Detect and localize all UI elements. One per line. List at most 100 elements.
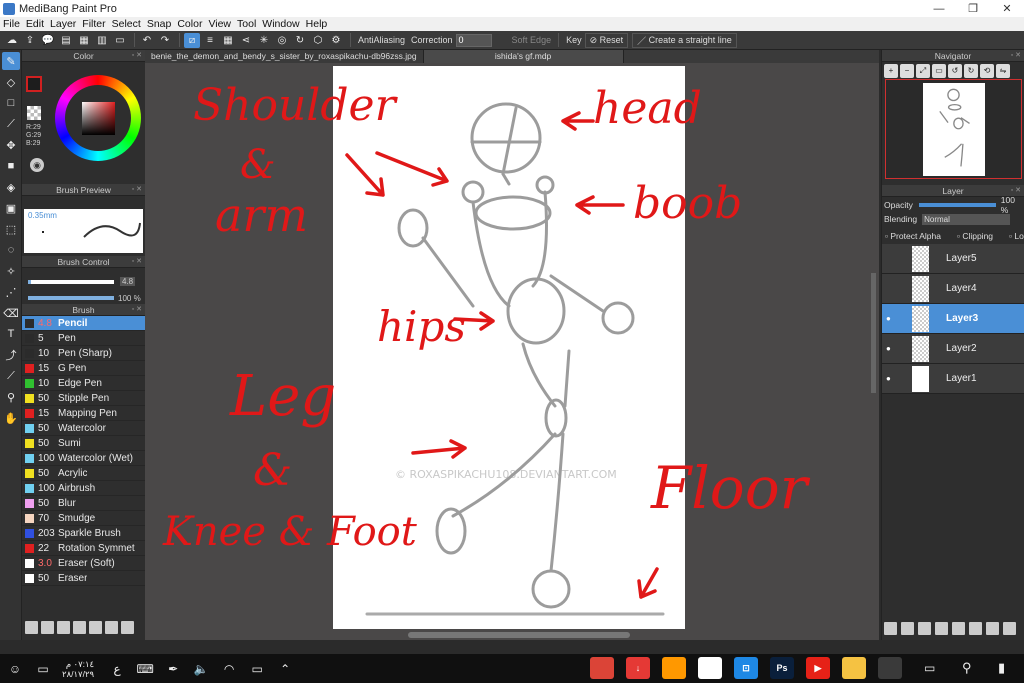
task-view-icon[interactable]: ▭ (924, 661, 935, 675)
brush-item[interactable]: 3.0 Eraser (Soft) (22, 556, 145, 571)
menu-view[interactable]: View (208, 18, 231, 30)
undo-icon[interactable]: ↶ (139, 33, 155, 48)
brush-item[interactable]: 50 Eraser (22, 571, 145, 586)
delete-layer-icon[interactable] (1003, 622, 1016, 635)
tab-current-document[interactable]: ishida's gf.mdp (423, 50, 624, 63)
brush-item[interactable]: 50 Sumi (22, 436, 145, 451)
brush-item[interactable]: 4.8 Pencil (22, 316, 145, 331)
brush-size-slider[interactable] (28, 280, 114, 284)
menu-edit[interactable]: Edit (26, 18, 44, 30)
brush-item[interactable]: 100 Airbrush (22, 481, 145, 496)
soft-edge-checkbox[interactable]: Soft Edge (512, 35, 552, 45)
redo-icon[interactable]: ↷ (157, 33, 173, 48)
correction-input[interactable]: 0 (455, 33, 492, 47)
antialiasing-checkbox[interactable]: AntiAliasing (358, 35, 405, 45)
layer-row[interactable]: Layer4 (882, 274, 1024, 304)
canvas-page[interactable]: © ROXASPIKACHU108.DEVIANTART.COM (333, 66, 685, 629)
volume-icon[interactable]: 🔈 (192, 662, 210, 676)
app-icon[interactable] (662, 657, 686, 679)
visibility-icon[interactable]: ● (886, 344, 900, 353)
actual-size-icon[interactable]: ▭ (932, 63, 946, 78)
menu-tool[interactable]: Tool (237, 18, 256, 30)
people-icon[interactable]: ☺ (6, 662, 24, 676)
edit-brush-icon[interactable] (73, 620, 86, 634)
youtube-icon[interactable]: ▶ (806, 657, 830, 679)
merge-layer-icon[interactable] (986, 622, 999, 635)
rectangle-tool-icon[interactable]: □ (2, 94, 20, 112)
foreground-color-swatch[interactable] (26, 76, 42, 92)
menu-layer[interactable]: Layer (50, 18, 76, 30)
notification-icon[interactable]: ▭ (34, 662, 52, 676)
brush-item[interactable]: 15 G Pen (22, 361, 145, 376)
medibang-icon[interactable] (698, 657, 722, 679)
panel-icon[interactable]: ▥ (94, 33, 110, 48)
brush-item[interactable]: 203 Sparkle Brush (22, 526, 145, 541)
snap-settings-icon[interactable]: ⚙ (328, 33, 344, 48)
reset-rotation-icon[interactable]: ⟲ (980, 63, 994, 78)
snap-parallel-icon[interactable]: ≡ (202, 33, 218, 48)
duplicate-icon[interactable] (105, 620, 118, 634)
reset-button[interactable]: ⊘ Reset (584, 32, 629, 48)
dot-tool-icon[interactable]: ⟋ (2, 115, 20, 133)
start-icon[interactable]: ▮ (998, 660, 1005, 676)
menu-help[interactable]: Help (306, 18, 328, 30)
protect-alpha-checkbox[interactable]: ▫ Protect Alpha (885, 231, 949, 241)
menu-snap[interactable]: Snap (147, 18, 172, 30)
layer-row[interactable]: ● Layer2 (882, 334, 1024, 364)
pin-icon[interactable]: ▫ ✕ (132, 256, 142, 268)
brush-item[interactable]: 15 Mapping Pen (22, 406, 145, 421)
snap-perspective-icon[interactable]: ⋖ (238, 33, 254, 48)
screen-icon[interactable]: ⊡ (734, 657, 758, 679)
layer-row[interactable]: Layer5 (882, 244, 1024, 274)
new-layer-icon[interactable] (884, 622, 897, 635)
taskbar-clock[interactable]: ٠٧:١٤ م ٢٨/١٧/٢٩ (62, 659, 94, 679)
transparent-swatch[interactable] (27, 106, 41, 120)
photoshop-icon[interactable]: Ps (770, 657, 794, 679)
snap-3d-icon[interactable]: ⬡ (310, 33, 326, 48)
tab-reference-image[interactable]: benie_the_demon_and_bendy_s_sister_by_ro… (145, 50, 424, 63)
lasso-tool-icon[interactable]: ◌ (2, 241, 20, 259)
eraser-tool-icon[interactable]: ◇ (2, 73, 20, 91)
copy-brush-icon[interactable] (57, 620, 70, 634)
rotate-right-icon[interactable]: ↻ (964, 63, 978, 78)
rotate-left-icon[interactable]: ↺ (948, 63, 962, 78)
new-halftone-layer-icon[interactable] (918, 622, 931, 635)
snap-radial-icon[interactable]: ✳ (256, 33, 272, 48)
snap-grid-icon[interactable]: ▦ (220, 33, 236, 48)
navigator-preview[interactable] (885, 79, 1022, 179)
pin-icon[interactable]: ▫ ✕ (1011, 185, 1021, 197)
layer-row[interactable]: ● Layer1 (882, 364, 1024, 394)
comic-icon[interactable]: ▤ (58, 33, 74, 48)
new-color-layer-icon[interactable] (901, 622, 914, 635)
store-icon[interactable] (878, 657, 902, 679)
brush-item[interactable]: 5 Pen (22, 331, 145, 346)
comment-icon[interactable]: 💬 (40, 33, 56, 48)
add-brush-icon[interactable] (41, 620, 54, 634)
cloud-icon[interactable]: ☁ (4, 33, 20, 48)
fill-rect-tool-icon[interactable]: ■ (2, 157, 20, 175)
opacity-slider[interactable] (918, 202, 996, 207)
straight-line-button[interactable]: ／ Create a straight line (632, 32, 737, 48)
snap-circle-icon[interactable]: ◎ (274, 33, 290, 48)
search-icon[interactable]: ⚲ (962, 660, 972, 676)
keyboard-icon[interactable]: ⌨ (136, 662, 154, 676)
lock-checkbox[interactable]: ▫ Lock (1009, 231, 1024, 241)
visibility-icon[interactable]: ● (886, 374, 900, 383)
layer-folder-icon[interactable] (952, 622, 965, 635)
zoom-in-icon[interactable]: + (884, 63, 898, 78)
pen-icon[interactable]: ✒ (164, 662, 182, 676)
select-pen-icon[interactable]: ⋰ (2, 283, 20, 301)
brush-item[interactable]: 70 Smudge (22, 511, 145, 526)
horizontal-scrollbar[interactable] (408, 632, 630, 638)
pin-icon[interactable]: ▫ ✕ (132, 50, 142, 62)
share-icon[interactable]: ⇪ (22, 33, 38, 48)
layer-row[interactable]: ● Layer3 (882, 304, 1024, 334)
pin-icon[interactable]: ▫ ✕ (132, 184, 142, 196)
brush-item[interactable]: 50 Blur (22, 496, 145, 511)
grid-icon[interactable]: ▦ (76, 33, 92, 48)
select-eraser-icon[interactable]: ⌫ (2, 304, 20, 322)
brush-item[interactable]: 50 Watercolor (22, 421, 145, 436)
chrome-icon[interactable] (590, 657, 614, 679)
minimize-button[interactable]: — (922, 0, 956, 17)
brush-item[interactable]: 10 Pen (Sharp) (22, 346, 145, 361)
